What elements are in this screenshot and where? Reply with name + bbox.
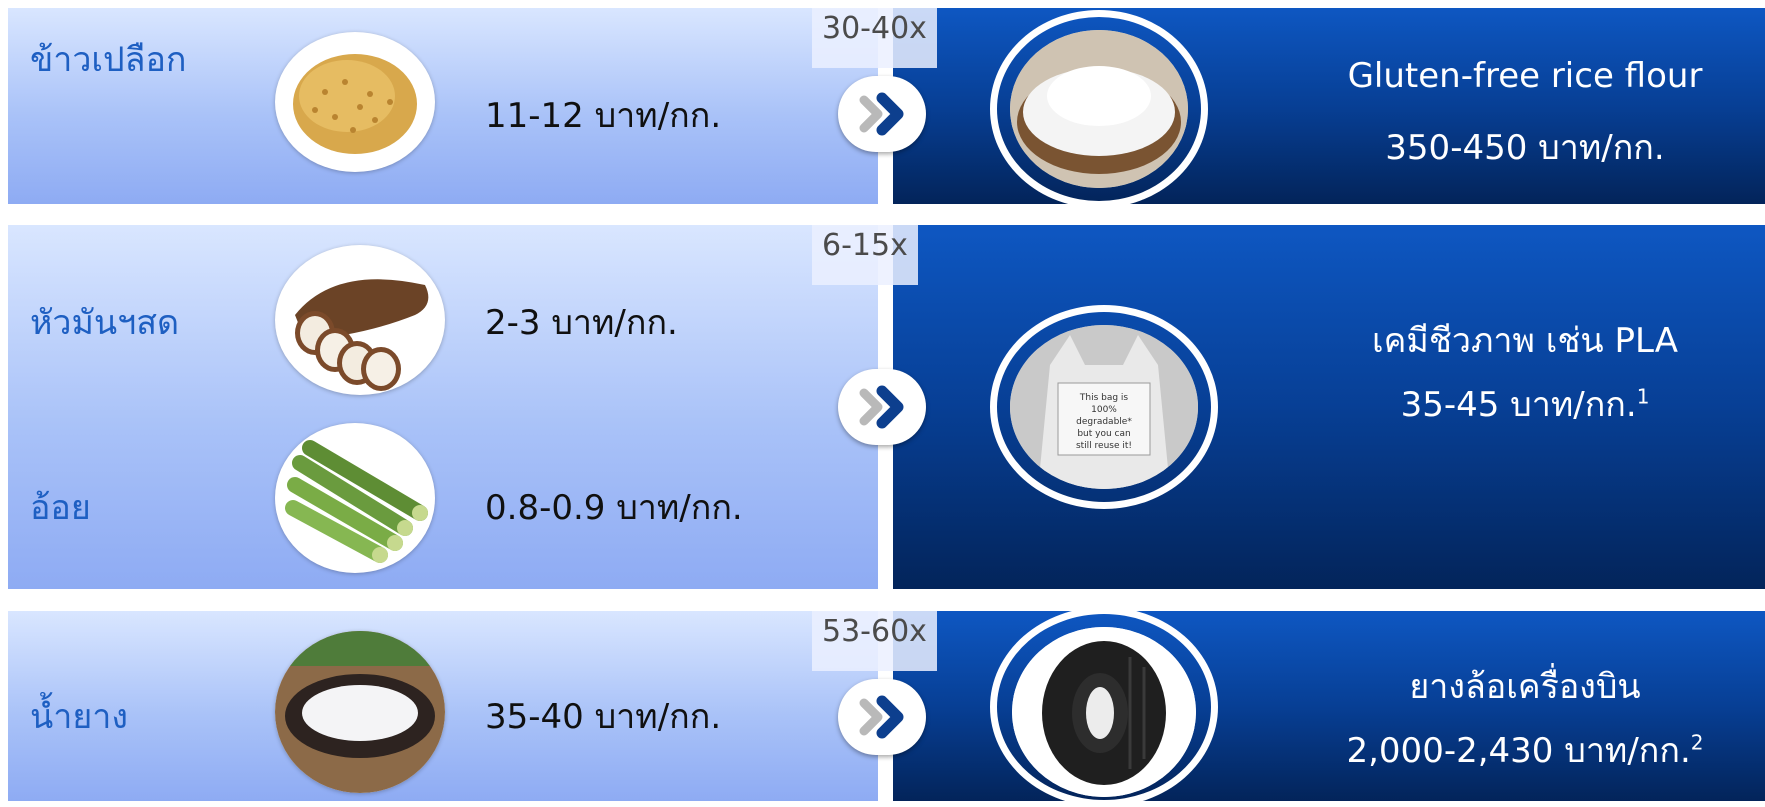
raw-label-paddy: ข้าวเปลือก: [30, 40, 187, 80]
double-chevron-icon: [838, 679, 926, 755]
aircraft-tire-photo: [1012, 627, 1196, 797]
svg-text:but you can: but you can: [1077, 429, 1130, 439]
footnote-marker: 2: [1690, 730, 1704, 755]
double-chevron-icon: [838, 369, 926, 445]
product-name: เคมีชีวภาพ เช่น PLA: [1372, 321, 1678, 361]
cassava-photo: [275, 245, 445, 395]
footnote-marker: 1: [1636, 384, 1650, 409]
raw-label-sugarcane: อ้อย: [30, 488, 91, 528]
product-price: 2,000-2,430 บาท/กก.2: [1346, 730, 1704, 771]
row-latex: น้ำยาง 35-40 บาท/กก. 53-60x ยางล้อเครื่อ…: [0, 607, 1765, 807]
bioplastic-bag-photo: This bag is 100% degradable* but you can…: [1010, 325, 1198, 489]
row-rice: ข้าวเปลือก 11-12 บาท/กก. 30-40x Gluten-f…: [0, 8, 1765, 208]
raw-label-latex: น้ำยาง: [30, 697, 128, 737]
raw-price-paddy: 11-12 บาท/กก.: [485, 96, 722, 136]
sugarcane-photo: [275, 423, 435, 573]
raw-material-panel: [8, 225, 878, 589]
multiplier-badge: 30-40x: [812, 8, 937, 68]
double-chevron-icon: [838, 76, 926, 152]
multiplier-badge: 6-15x: [812, 225, 918, 285]
raw-price-sugarcane: 0.8-0.9 บาท/กก.: [485, 488, 743, 528]
raw-label-cassava: หัวมันฯสด: [30, 303, 180, 343]
row-cassava-sugarcane: หัวมันฯสด 2-3 บาท/กก. อ้อย 0.8-0.9 บาท/ก…: [0, 225, 1765, 589]
paddy-rice-photo: [275, 32, 435, 172]
svg-text:still reuse it!: still reuse it!: [1076, 441, 1132, 451]
multiplier-badge: 53-60x: [812, 611, 937, 671]
svg-text:100%: 100%: [1091, 405, 1117, 415]
raw-price-cassava: 2-3 บาท/กก.: [485, 303, 678, 343]
product-price: 35-45 บาท/กก.1: [1400, 384, 1650, 425]
rice-flour-photo: [1010, 30, 1188, 188]
product-name: Gluten-free rice flour: [1347, 56, 1703, 96]
raw-price-latex: 35-40 บาท/กก.: [485, 697, 722, 737]
svg-text:This bag is: This bag is: [1079, 393, 1129, 403]
svg-text:degradable*: degradable*: [1076, 417, 1132, 427]
product-price: 350-450 บาท/กก.: [1385, 128, 1665, 168]
latex-photo: [275, 631, 445, 793]
product-name: ยางล้อเครื่องบิน: [1409, 667, 1641, 707]
